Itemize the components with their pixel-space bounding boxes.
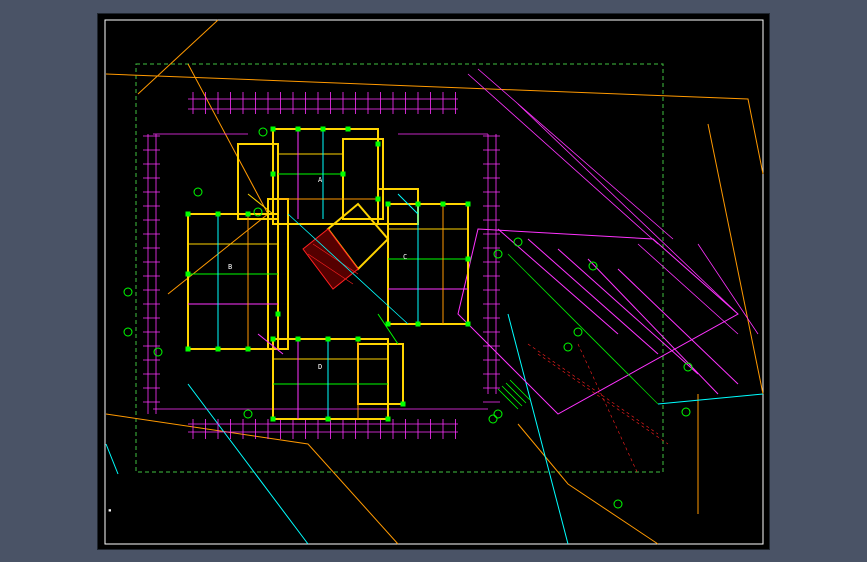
- column: [270, 126, 276, 132]
- column: [385, 416, 391, 422]
- grid-bubble: [493, 249, 503, 259]
- grid-bubble: [258, 127, 268, 137]
- wall-segment: [247, 193, 274, 215]
- room-label: C: [403, 253, 407, 261]
- column: [185, 271, 191, 277]
- column: [355, 336, 361, 342]
- column: [385, 201, 391, 207]
- grid-bubble: [488, 414, 498, 424]
- grid-bubble: [123, 287, 133, 297]
- column: [270, 416, 276, 422]
- grid-bubble: [153, 347, 163, 357]
- column: [245, 211, 251, 217]
- column: [215, 211, 221, 217]
- column: [270, 171, 276, 177]
- grid-bubble: [681, 407, 691, 417]
- column: [295, 336, 301, 342]
- column: [185, 211, 191, 217]
- column: [295, 126, 301, 132]
- room-label: B: [228, 263, 232, 271]
- grid-bubble: [613, 499, 623, 509]
- grid-bubble: [563, 342, 573, 352]
- grid-bubble: [493, 409, 503, 419]
- cad-viewport[interactable]: A B C D ▪: [97, 13, 770, 550]
- central-core: [287, 202, 409, 325]
- column: [465, 256, 471, 262]
- annex-block: [457, 228, 739, 415]
- grid-bubble: [573, 327, 583, 337]
- room-label: A: [318, 176, 323, 184]
- column: [325, 416, 331, 422]
- ucs-marker: ▪: [108, 507, 112, 514]
- grid-bubble: [513, 237, 523, 247]
- column: [415, 321, 421, 327]
- annex-green-lines: [507, 253, 659, 405]
- room-label: D: [318, 363, 322, 371]
- grid-bubbles: [123, 127, 693, 509]
- column: [320, 126, 326, 132]
- grid-bubble: [588, 261, 598, 271]
- column: [215, 346, 221, 352]
- floor-plan-drawing: A B C D ▪: [104, 19, 764, 545]
- column: [185, 346, 191, 352]
- column: [375, 141, 381, 147]
- column: [270, 336, 276, 342]
- column: [275, 311, 281, 317]
- site-boundary-dashed: [135, 63, 664, 473]
- column: [400, 401, 406, 407]
- column: [325, 336, 331, 342]
- column: [440, 201, 446, 207]
- staircase: [497, 379, 531, 410]
- column: [465, 321, 471, 327]
- annex-red-grid: [527, 343, 669, 475]
- column: [385, 321, 391, 327]
- column: [340, 171, 346, 177]
- column: [375, 196, 381, 202]
- grid-bubble: [193, 187, 203, 197]
- column: [245, 346, 251, 352]
- grid-bubble: [243, 409, 253, 419]
- column: [465, 201, 471, 207]
- grid-bubble: [123, 327, 133, 337]
- column: [415, 201, 421, 207]
- column: [345, 126, 351, 132]
